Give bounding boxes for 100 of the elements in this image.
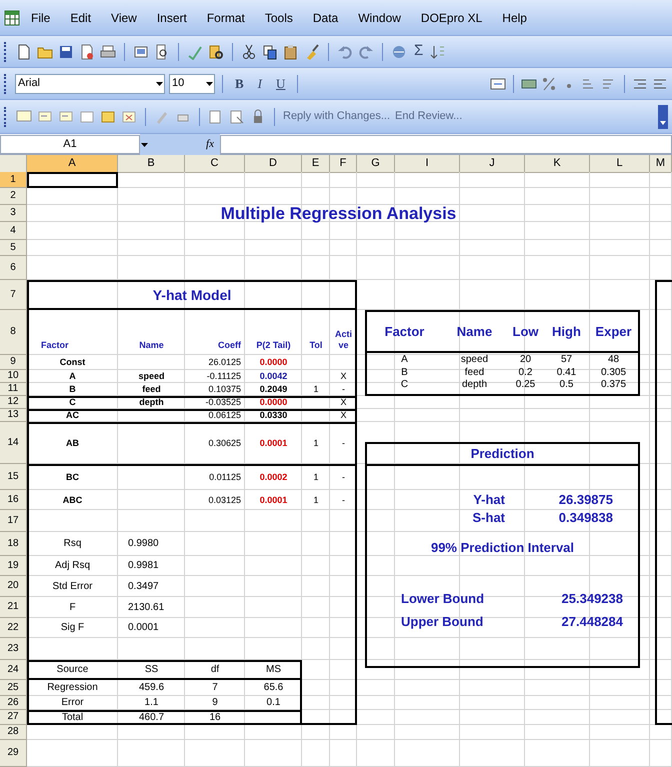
table-cell-text: 0.03125 <box>207 494 242 506</box>
brush-icon[interactable] <box>304 44 320 60</box>
row-header[interactable]: 25 <box>0 680 27 696</box>
active-cell[interactable] <box>27 172 118 188</box>
row-header[interactable]: 23 <box>0 638 27 660</box>
next-comment-icon[interactable] <box>58 108 74 124</box>
scissors-icon[interactable] <box>241 44 257 60</box>
column-header[interactable]: K <box>525 155 590 172</box>
column-header[interactable]: G <box>357 155 395 172</box>
table-cell-text: 0.06125 <box>207 409 242 422</box>
row-header[interactable]: 8 <box>0 310 27 355</box>
column-header[interactable]: I <box>395 155 460 172</box>
autosum-button[interactable]: Σ <box>412 40 426 63</box>
menu-item[interactable]: Tools <box>256 6 302 28</box>
table-cell-text: AB <box>65 436 80 450</box>
column-header[interactable]: D <box>245 155 302 172</box>
caret-icon[interactable] <box>205 79 214 88</box>
italic-button[interactable]: I <box>252 74 268 94</box>
column-header[interactable]: B <box>118 155 185 172</box>
row-header[interactable]: 17 <box>0 510 27 532</box>
column-heading: df <box>210 663 220 677</box>
table-cell-text: 0.1 <box>266 696 282 710</box>
row-header[interactable]: 20 <box>0 576 27 597</box>
page-icon[interactable] <box>79 44 95 60</box>
estimate-value: 26.39875 <box>558 491 613 509</box>
toolbar-options-icon[interactable] <box>658 104 668 128</box>
spreadsheet-icon[interactable] <box>4 10 20 26</box>
printer-icon[interactable] <box>100 44 116 60</box>
menu-item[interactable]: Insert <box>148 6 196 28</box>
row-header[interactable]: 21 <box>0 597 27 618</box>
table-cell-text: 0.0001 <box>258 436 288 450</box>
row-header[interactable]: 22 <box>0 618 27 638</box>
delete-comment-icon[interactable] <box>121 108 137 124</box>
table-cell-text: 0.10375 <box>207 383 242 396</box>
table-cell-text: 0.30625 <box>207 436 242 450</box>
column-header[interactable]: M <box>650 155 672 172</box>
row-header[interactable]: 16 <box>0 490 27 510</box>
column-header[interactable]: L <box>590 155 650 172</box>
comment-icon[interactable] <box>16 108 32 124</box>
table-cell-text: 48 <box>606 353 620 367</box>
table-cell-text: 0.0001 <box>258 494 288 506</box>
row-header[interactable]: 26 <box>0 696 27 710</box>
row-header[interactable]: 27 <box>0 710 27 725</box>
row-header[interactable]: 19 <box>0 556 27 576</box>
row-header[interactable]: 1 <box>0 172 27 188</box>
reply-with-changes-button[interactable]: Reply with Changes... <box>283 108 390 125</box>
caret-icon[interactable] <box>155 79 164 88</box>
row-header[interactable]: 13 <box>0 409 27 422</box>
row-header[interactable]: 10 <box>0 370 27 383</box>
formula-field[interactable] <box>220 134 672 154</box>
menu-item[interactable]: Data <box>304 6 348 28</box>
column-header[interactable]: A <box>27 155 118 172</box>
menu-item[interactable]: Help <box>493 6 536 28</box>
column-header[interactable]: C <box>185 155 245 172</box>
table-cell-text: X <box>339 370 348 383</box>
row-header[interactable]: 15 <box>0 464 27 490</box>
row-header[interactable]: 9 <box>0 355 27 370</box>
name-box[interactable]: A1 <box>0 134 140 154</box>
row-header[interactable]: 28 <box>0 725 27 740</box>
column-heading: Tol <box>308 338 324 352</box>
menu-item[interactable]: Format <box>198 6 254 28</box>
menu-item[interactable]: Edit <box>61 6 100 28</box>
end-review-button[interactable]: End Review... <box>395 108 462 125</box>
undo-icon[interactable] <box>337 44 353 60</box>
copy-icon[interactable] <box>262 44 278 60</box>
row-header[interactable]: 11 <box>0 383 27 396</box>
sort-icon[interactable] <box>430 44 446 60</box>
column-header[interactable]: F <box>330 155 357 172</box>
row-header[interactable]: 14 <box>0 422 27 464</box>
print-preview-icon[interactable] <box>133 44 149 60</box>
menu-item[interactable]: DOEpro XL <box>412 6 492 28</box>
row-header[interactable]: 12 <box>0 396 27 409</box>
font-size-dropdown[interactable]: 10 <box>169 74 215 94</box>
interval-heading: 99% Prediction Interval <box>430 539 574 557</box>
row-header[interactable]: 7 <box>0 280 27 310</box>
column-header[interactable]: E <box>302 155 330 172</box>
row-header[interactable]: 2 <box>0 188 27 205</box>
previous-comment-icon[interactable] <box>37 108 53 124</box>
row-header[interactable]: 4 <box>0 222 27 240</box>
row-header[interactable]: 5 <box>0 240 27 256</box>
clipboard-icon[interactable] <box>283 44 299 60</box>
table-cell-text: 0.0330 <box>258 409 288 422</box>
row-header[interactable]: 18 <box>0 532 27 556</box>
menu-item[interactable]: View <box>102 6 146 28</box>
column-header[interactable]: J <box>460 155 525 172</box>
underline-button[interactable]: U <box>271 74 290 94</box>
new-page-icon[interactable] <box>16 44 32 60</box>
font-dropdown[interactable]: Arial <box>15 74 165 94</box>
percent-icon[interactable] <box>541 76 557 92</box>
table-cell-text: 0.25 <box>514 379 536 391</box>
row-header[interactable]: 29 <box>0 740 27 767</box>
row-header[interactable]: 24 <box>0 660 27 680</box>
table-cell-text: 0.0000 <box>258 396 288 409</box>
menu-item[interactable]: File <box>22 6 60 28</box>
redo-icon[interactable] <box>358 44 374 60</box>
bold-button[interactable]: B <box>230 74 249 94</box>
save-icon[interactable] <box>58 44 74 60</box>
menu-item[interactable]: Window <box>349 6 410 28</box>
row-header[interactable]: 6 <box>0 256 27 280</box>
row-header[interactable]: 3 <box>0 205 27 222</box>
